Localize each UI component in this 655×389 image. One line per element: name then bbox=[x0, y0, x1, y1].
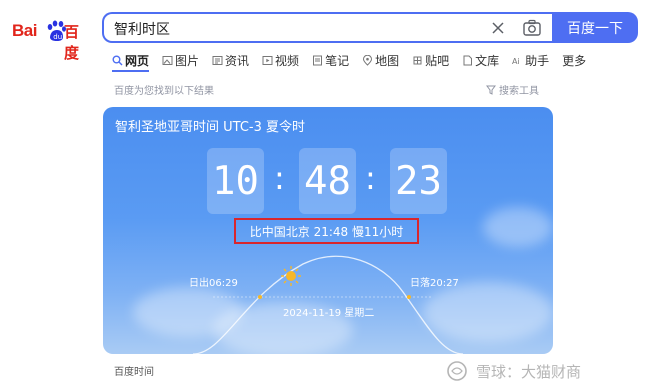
snowball-logo-icon bbox=[447, 361, 467, 381]
tab-map[interactable]: 地图 bbox=[362, 51, 399, 69]
tab-more[interactable]: 更多 bbox=[562, 51, 586, 69]
tab-label: 更多 bbox=[562, 53, 587, 68]
filter-icon bbox=[486, 85, 496, 95]
sun-icon bbox=[281, 266, 301, 286]
tab-label: 文库 bbox=[475, 53, 500, 68]
watermark-text: 雪球：大猫财商 bbox=[476, 362, 582, 381]
clock-hours: 10 bbox=[207, 148, 264, 214]
tab-news[interactable]: 资讯 bbox=[212, 51, 249, 69]
result-count-hint: 百度为您找到以下结果 bbox=[114, 86, 214, 97]
note-icon bbox=[313, 55, 323, 65]
tab-web[interactable]: 网页 bbox=[112, 51, 149, 69]
tab-label: 网页 bbox=[125, 53, 150, 68]
search-tabs: 网页 图片 资讯 视频 笔记 地图 贴吧 文库 Ai 助手 更多 bbox=[112, 51, 599, 73]
horizon-dot bbox=[258, 295, 262, 299]
search-button[interactable]: 百度一下 bbox=[552, 12, 638, 43]
current-date: 2024-11-19 星期二 bbox=[283, 308, 375, 319]
source-label[interactable]: 百度时间 bbox=[114, 363, 154, 378]
active-tab-indicator bbox=[112, 70, 149, 72]
time-difference-text: 比中国北京 21:48 慢11小时 bbox=[249, 224, 404, 239]
tab-label: 资讯 bbox=[225, 53, 250, 68]
watermark: 雪球：大猫财商 bbox=[446, 356, 646, 386]
video-icon bbox=[262, 55, 273, 65]
sun-path-diagram bbox=[192, 255, 464, 354]
tab-label: 笔记 bbox=[325, 53, 350, 68]
search-icon bbox=[112, 55, 123, 65]
tab-assistant[interactable]: Ai 助手 bbox=[512, 51, 549, 69]
clock-seconds: 23 bbox=[390, 148, 447, 214]
baidu-logo[interactable]: Bai du 百度 bbox=[12, 12, 92, 62]
search-input[interactable]: 智利时区 bbox=[114, 19, 170, 39]
paw-icon: du bbox=[47, 20, 66, 41]
tab-label: 助手 bbox=[525, 53, 550, 68]
search-box[interactable]: 智利时区 bbox=[102, 12, 554, 43]
doc-icon bbox=[463, 55, 473, 65]
sunset-time: 日落20:27 bbox=[410, 278, 459, 289]
logo-text-du: 百度 bbox=[64, 23, 80, 62]
map-pin-icon bbox=[363, 54, 373, 66]
image-icon bbox=[162, 55, 173, 65]
svg-text:du: du bbox=[53, 33, 62, 41]
clock-colon: : bbox=[365, 159, 376, 197]
horizon-dot bbox=[407, 295, 411, 299]
clock-minutes: 48 bbox=[299, 148, 356, 214]
tab-notes[interactable]: 笔记 bbox=[312, 51, 349, 69]
clock-colon: : bbox=[274, 159, 285, 197]
logo-text-bai: Bai bbox=[12, 21, 37, 40]
cloud-decoration bbox=[483, 207, 553, 247]
svg-text:Ai: Ai bbox=[512, 57, 520, 66]
tab-video[interactable]: 视频 bbox=[262, 51, 299, 69]
timezone-card[interactable]: 智利圣地亚哥时间 UTC-3 夏令时 10 : 48 : 23 比中国北京 21… bbox=[103, 107, 553, 354]
tab-images[interactable]: 图片 bbox=[162, 51, 199, 69]
tab-tieba[interactable]: 贴吧 bbox=[412, 51, 449, 69]
tab-label: 贴吧 bbox=[425, 53, 450, 68]
search-tools-button[interactable]: 搜索工具 bbox=[486, 82, 539, 97]
tab-label: 图片 bbox=[175, 53, 200, 68]
ai-icon: Ai bbox=[512, 57, 520, 66]
camera-icon[interactable] bbox=[522, 19, 542, 37]
sunrise-time: 日出06:29 bbox=[189, 278, 238, 289]
tab-label: 视频 bbox=[275, 53, 300, 68]
tab-wenku[interactable]: 文库 bbox=[462, 51, 499, 69]
tieba-icon bbox=[413, 56, 422, 64]
search-tools-label: 搜索工具 bbox=[499, 86, 539, 97]
close-icon[interactable] bbox=[490, 20, 506, 36]
card-title: 智利圣地亚哥时间 UTC-3 夏令时 bbox=[115, 120, 305, 135]
news-icon bbox=[212, 55, 223, 65]
time-difference-highlight: 比中国北京 21:48 慢11小时 bbox=[234, 218, 419, 244]
tab-label: 地图 bbox=[375, 53, 400, 68]
